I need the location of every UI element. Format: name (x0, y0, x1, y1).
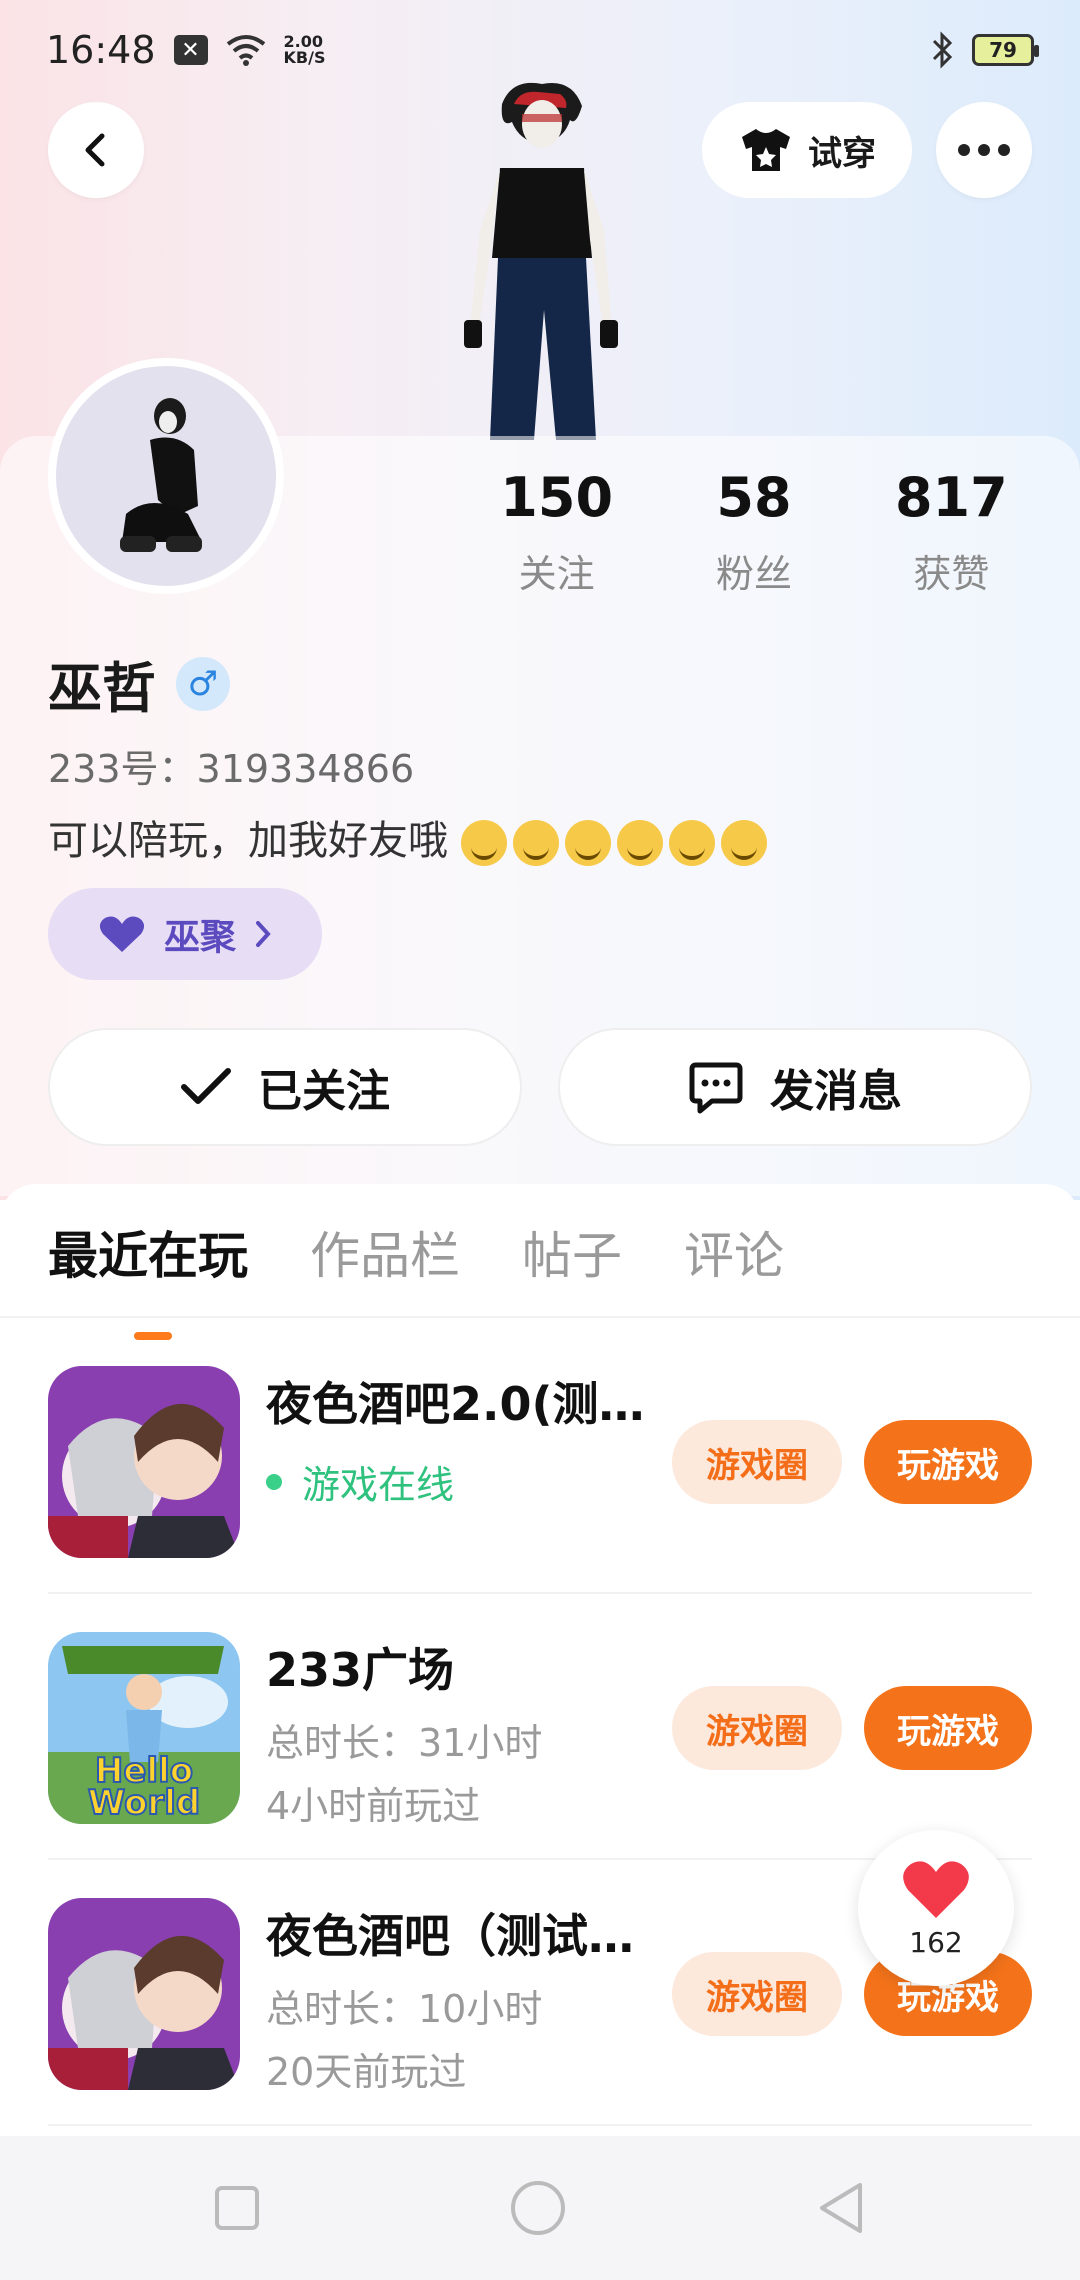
back-icon[interactable] (816, 2181, 866, 2235)
network-speed: 2.00 KB/S (283, 32, 326, 67)
stat-following[interactable]: 150 关注 (458, 466, 655, 598)
game-circle-button[interactable]: 游戏圈 (672, 1686, 842, 1770)
game-title: 233广场 (266, 1643, 455, 1697)
try-on-label: 试穿 (808, 133, 876, 174)
chevron-left-icon (85, 133, 105, 167)
tab-posts[interactable]: 帖子 (522, 1216, 622, 1288)
tab-comments[interactable]: 评论 (684, 1216, 784, 1288)
avatar-figure-icon (120, 398, 202, 552)
message-button[interactable]: 发消息 (558, 1028, 1032, 1146)
recent-apps-icon[interactable] (214, 2185, 260, 2231)
shirt-icon (742, 129, 790, 171)
game-info: 233广场 总时长：31小时 4小时前玩过 (266, 1634, 686, 1830)
status-time: 16:48 (46, 28, 156, 72)
heart-icon (903, 1860, 969, 1918)
name-row: 巫哲 ♂ (48, 644, 230, 723)
game-icon[interactable] (48, 1366, 240, 1558)
home-icon[interactable] (510, 2180, 566, 2236)
play-game-button[interactable]: 玩游戏 (864, 1420, 1032, 1504)
stat-followers[interactable]: 58 粉丝 (655, 466, 852, 598)
like-float-button[interactable]: 162 (858, 1830, 1014, 1986)
tears-of-joy-emoji-icon (564, 820, 611, 866)
game-last-played: 20天前玩过 (266, 2050, 467, 2094)
group-tag-label: 巫聚 (163, 917, 236, 958)
bio-text: 可以陪玩，加我好友哦 (48, 818, 448, 864)
svg-text:World: World (88, 1783, 200, 1823)
try-on-button[interactable]: 试穿 (702, 102, 912, 198)
follow-label: 已关注 (258, 1066, 390, 1117)
tab-works[interactable]: 作品栏 (310, 1216, 460, 1288)
follow-button[interactable]: 已关注 (48, 1028, 522, 1146)
game-circle-button[interactable]: 游戏圈 (672, 1952, 842, 2036)
laughing-emoji-icon (460, 820, 507, 866)
user-name: 巫哲 (48, 657, 156, 720)
game-icon[interactable] (48, 1898, 240, 2090)
profile-tabs: 最近在玩 作品栏 帖子 评论 (48, 1216, 784, 1340)
user-id[interactable]: 233号：319334866 (48, 738, 414, 793)
notification-icon: ✕ (173, 35, 208, 65)
game-icon[interactable]: Hello World (48, 1632, 240, 1824)
profile-stats: 150 关注 58 粉丝 817 获赞 (470, 466, 1050, 598)
game-list-item[interactable]: 夜色酒吧2.0(测… 游戏在线 游戏圈 玩游戏 (48, 1328, 1032, 1594)
battery-indicator: 79 (972, 34, 1039, 66)
bluetooth-icon (932, 31, 953, 69)
game-list-item[interactable]: Hello World 233广场 总时长：31小时 4小时前玩过 游戏圈 玩游… (48, 1594, 1032, 1860)
game-circle-button[interactable]: 游戏圈 (672, 1420, 842, 1504)
avatar[interactable] (48, 358, 284, 594)
game-title: 夜色酒吧（测试… (266, 1909, 634, 1963)
laughing-emoji-icon (512, 820, 559, 866)
heart-icon (99, 916, 145, 952)
game-last-played: 4小时前玩过 (266, 1784, 481, 1828)
message-label: 发消息 (770, 1066, 902, 1117)
more-icon (958, 144, 1010, 156)
check-icon (181, 1068, 231, 1104)
play-game-button[interactable]: 玩游戏 (864, 1686, 1032, 1770)
stat-likes[interactable]: 817 获赞 (853, 466, 1050, 598)
online-dot-icon (266, 1473, 282, 1490)
game-title: 夜色酒吧2.0(测… (266, 1377, 645, 1431)
chat-bubble-icon (689, 1062, 743, 1114)
system-navigation-bar (0, 2136, 1080, 2280)
wifi-icon (226, 35, 265, 66)
game-info: 夜色酒吧2.0(测… 游戏在线 (266, 1368, 686, 1509)
tears-of-joy-emoji-icon (668, 820, 715, 866)
tears-of-joy-emoji-icon (616, 820, 663, 866)
user-bio: 可以陪玩，加我好友哦 (48, 808, 773, 866)
game-play-duration: 总时长：31小时 (266, 1721, 543, 1765)
tabs-divider (0, 1316, 1080, 1318)
more-button[interactable] (936, 102, 1032, 198)
tab-recently-played[interactable]: 最近在玩 (48, 1216, 248, 1340)
game-play-duration: 总时长：10小时 (266, 1987, 543, 2031)
male-gender-icon: ♂ (176, 656, 230, 711)
game-online-status: 游戏在线 (266, 1454, 686, 1509)
back-button[interactable] (48, 102, 144, 198)
like-count: 162 (909, 1925, 963, 1959)
smile-emoji-icon (720, 820, 767, 866)
chevron-right-icon (256, 921, 271, 947)
group-tag-button[interactable]: 巫聚 (48, 888, 322, 980)
avatar-3d-figure (464, 82, 618, 440)
game-info: 夜色酒吧（测试… 总时长：10小时 20天前玩过 (266, 1900, 686, 2096)
